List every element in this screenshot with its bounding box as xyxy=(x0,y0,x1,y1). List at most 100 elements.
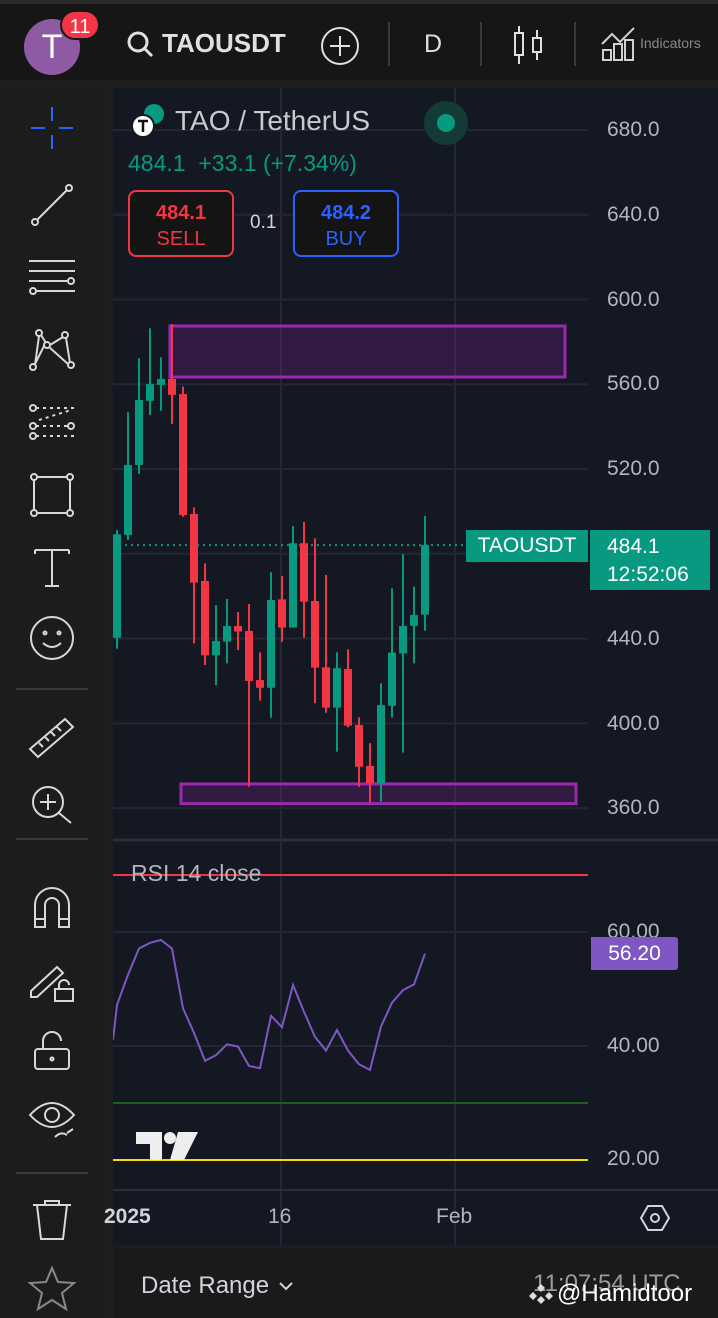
candle-body xyxy=(157,378,165,385)
delete-tool[interactable] xyxy=(26,1194,78,1246)
time-label: 16 xyxy=(268,1205,292,1228)
change: +33.1 xyxy=(198,150,257,176)
crosshair-icon xyxy=(31,107,73,149)
candle-body xyxy=(388,652,396,706)
candle-body xyxy=(322,667,330,708)
emoji-tool[interactable] xyxy=(26,612,78,664)
visibility-tool[interactable] xyxy=(26,1094,78,1146)
candle-body xyxy=(399,626,407,654)
candle-body xyxy=(256,680,264,688)
candle-body xyxy=(190,513,198,583)
chart-area[interactable] xyxy=(113,88,718,1245)
candle-body xyxy=(311,601,319,668)
indicators-label: Indicators xyxy=(640,35,701,51)
unlock-icon xyxy=(34,1031,70,1070)
candle-body xyxy=(223,626,231,642)
indicators-button[interactable]: Indicators xyxy=(600,24,701,62)
candle-body xyxy=(201,580,209,656)
horizontal-lines-icon xyxy=(29,260,75,295)
price-label: 520.0 xyxy=(607,457,660,480)
magnet-tool[interactable] xyxy=(26,882,78,934)
lock-drawings-tool[interactable] xyxy=(26,954,78,1006)
zoom-in-icon xyxy=(32,786,72,824)
sell-label: SELL xyxy=(156,228,206,250)
support-resistance-zone xyxy=(168,324,567,379)
separator xyxy=(388,22,390,66)
separator xyxy=(480,22,482,66)
binance-logo-icon xyxy=(529,1284,553,1304)
last-price-tag: 484.1 12:52:06 xyxy=(590,530,710,590)
rectangle-icon xyxy=(30,473,74,517)
candle-body xyxy=(168,378,176,395)
candle-body xyxy=(179,394,187,516)
price-label: 680.0 xyxy=(607,118,660,141)
candle-body xyxy=(344,669,352,726)
chart-settings-icon[interactable] xyxy=(640,1203,670,1233)
candle-body xyxy=(410,615,418,626)
magnet-icon xyxy=(34,887,70,928)
symbol-search-button[interactable]: TAOUSDT xyxy=(126,28,286,59)
lock-tool[interactable] xyxy=(26,1024,78,1076)
horizontal-lines-tool[interactable] xyxy=(26,252,78,304)
measure-tool[interactable] xyxy=(26,712,78,764)
divider xyxy=(16,688,88,690)
price-label: 400.0 xyxy=(607,712,660,735)
interval-button[interactable]: D xyxy=(424,30,442,59)
divider xyxy=(16,838,88,840)
ruler-icon xyxy=(28,717,75,759)
zoom-tool[interactable] xyxy=(26,780,78,832)
candle-body xyxy=(113,534,121,638)
eye-icon xyxy=(28,1102,76,1138)
time-label: 2025 xyxy=(104,1205,151,1228)
candle-body xyxy=(212,641,220,656)
crosshair-tool[interactable] xyxy=(26,102,78,154)
date-range-button[interactable]: Date Range xyxy=(141,1272,293,1300)
candle-body xyxy=(355,725,363,767)
candle-body xyxy=(377,705,385,784)
candle-body xyxy=(267,599,275,688)
date-range-label: Date Range xyxy=(141,1272,270,1299)
candle-body xyxy=(124,465,132,535)
trend-line-tool[interactable] xyxy=(26,179,78,231)
candle-type-icon[interactable] xyxy=(512,24,544,66)
sell-button[interactable]: 484.1 SELL xyxy=(128,190,234,257)
candle-body xyxy=(300,543,308,602)
rsi-line xyxy=(113,938,426,1072)
last-price: 484.1 xyxy=(128,150,186,176)
watermark: @Hamidtoor xyxy=(529,1280,692,1308)
add-symbol-icon[interactable] xyxy=(320,26,360,66)
smiley-icon xyxy=(30,616,74,660)
time-label: Feb xyxy=(436,1205,473,1228)
chart-canvas[interactable] xyxy=(113,88,718,1245)
price-label: 640.0 xyxy=(607,203,660,226)
support-resistance-zone xyxy=(179,782,578,806)
rsi-current-value: 56.20 xyxy=(591,937,678,970)
symbol-title: TAO / TetherUS xyxy=(175,105,371,136)
favorites-tool[interactable] xyxy=(26,1264,78,1314)
drawing-toolbar xyxy=(0,88,104,1318)
indicators-icon xyxy=(601,27,635,61)
candle-body xyxy=(333,668,341,708)
pencil-lock-icon xyxy=(30,965,74,1002)
separator xyxy=(574,22,576,66)
text-tool[interactable] xyxy=(26,541,78,593)
rectangle-tool[interactable] xyxy=(26,469,78,521)
candle-body xyxy=(421,545,429,615)
tradingview-logo xyxy=(136,1132,198,1160)
bottom-bar: Date Range 11:07:54 UTC @Hamidtoor xyxy=(113,1248,718,1318)
fib-retracement-icon xyxy=(29,404,75,440)
price-label: 360.0 xyxy=(607,796,660,819)
pattern-tool[interactable] xyxy=(26,324,78,376)
price-label: 440.0 xyxy=(607,627,660,650)
bar-countdown: 12:52:06 xyxy=(607,563,689,586)
top-toolbar: T 11 TAOUSDT D Indicators xyxy=(0,0,718,80)
candle-body xyxy=(146,384,154,401)
status-dot-icon xyxy=(437,114,455,132)
buy-button[interactable]: 484.2 BUY xyxy=(293,190,399,257)
trend-line-icon xyxy=(31,184,73,226)
symbol-label: TAOUSDT xyxy=(162,28,286,58)
fib-tool[interactable] xyxy=(26,397,78,449)
market-status-indicator[interactable] xyxy=(424,101,468,145)
last-price-value: 484.1 xyxy=(607,535,660,558)
rsi-label: 20.00 xyxy=(607,1147,660,1170)
